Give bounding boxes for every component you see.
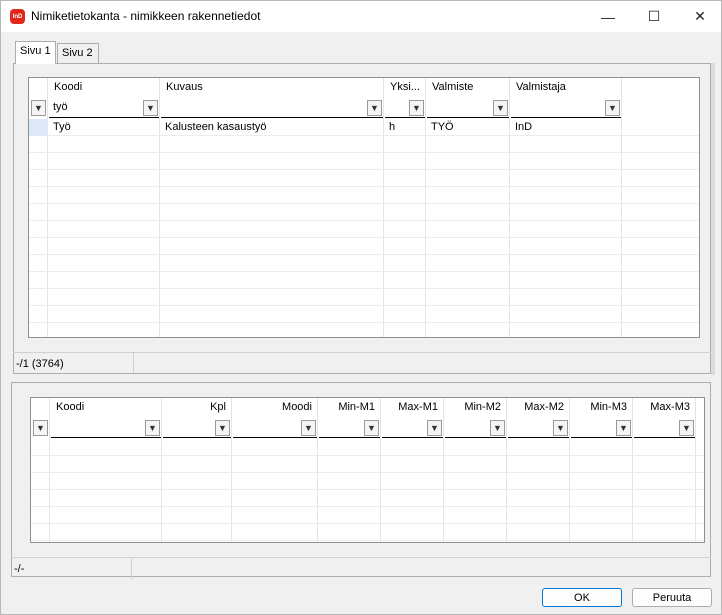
close-button[interactable]: ✕ <box>677 1 722 32</box>
column-header-valmistaja[interactable]: Valmistaja <box>511 78 621 98</box>
column-header-moodi[interactable]: Moodi <box>233 398 317 418</box>
filter-icon[interactable]: ▼ <box>143 100 158 116</box>
items-grid: Koodi Kuvaus Yksi... Valmiste Valmistaja… <box>28 77 700 338</box>
empty-row <box>29 289 699 306</box>
cell-valmiste[interactable]: TYÖ <box>427 119 454 136</box>
table-row[interactable]: Työ Kalusteen kasaustyö h TYÖ InD <box>29 119 699 136</box>
empty-row <box>29 306 699 323</box>
empty-row <box>29 153 699 170</box>
filter-icon[interactable]: ▼ <box>145 420 160 436</box>
status-bar-lower: -/- <box>11 557 711 580</box>
dialog-window: InD Nimiketietokanta - nimikkeen rakenne… <box>0 0 722 615</box>
vertical-splitter[interactable] <box>711 63 715 375</box>
filter-icon[interactable]: ▼ <box>679 420 694 436</box>
maximize-button[interactable]: ☐ <box>631 1 677 32</box>
filter-icon[interactable]: ▼ <box>301 420 316 436</box>
filter-icon[interactable]: ▼ <box>490 420 505 436</box>
filter-input-kuvaus[interactable] <box>161 99 383 118</box>
cancel-button[interactable]: Peruuta <box>632 588 712 607</box>
structure-count: -/- <box>14 563 25 575</box>
column-header-max-m2[interactable]: Max-M2 <box>508 398 569 418</box>
lower-panel: Koodi Kpl Moodi Min-M1 Max-M1 Min-M2 Max… <box>11 382 711 577</box>
record-count: -/1 (3764) <box>16 358 64 370</box>
empty-row <box>29 272 699 289</box>
minimize-button[interactable]: — <box>585 1 631 32</box>
tab-sivu-1[interactable]: Sivu 1 <box>15 41 56 64</box>
column-header-max-m3[interactable]: Max-M3 <box>634 398 695 418</box>
cell-valmistaja[interactable]: InD <box>511 119 532 136</box>
structure-grid: Koodi Kpl Moodi Min-M1 Max-M1 Min-M2 Max… <box>30 397 705 543</box>
empty-row <box>29 136 699 153</box>
filter-icon[interactable]: ▼ <box>364 420 379 436</box>
column-header-koodi[interactable]: Koodi <box>49 78 159 98</box>
row-filter-icon[interactable]: ▼ <box>33 420 48 436</box>
ok-button[interactable]: OK <box>542 588 622 607</box>
filter-icon[interactable]: ▼ <box>215 420 230 436</box>
filter-icon[interactable]: ▼ <box>553 420 568 436</box>
column-header-min-m1[interactable]: Min-M1 <box>319 398 380 418</box>
filter-icon[interactable]: ▼ <box>493 100 508 116</box>
empty-row <box>31 507 704 524</box>
cell-kuvaus[interactable]: Kalusteen kasaustyö <box>161 119 267 136</box>
empty-row <box>31 456 704 473</box>
cell-koodi[interactable]: Työ <box>49 119 71 136</box>
filter-icon[interactable]: ▼ <box>616 420 631 436</box>
filter-row: ▼ ▼ ▼ ▼ ▼ ▼ ▼ ▼ ▼ ▼ <box>31 419 704 438</box>
empty-row <box>31 490 704 507</box>
column-header-koodi[interactable]: Koodi <box>51 398 161 418</box>
empty-row <box>29 221 699 238</box>
empty-row <box>31 524 704 541</box>
empty-row <box>31 473 704 490</box>
app-logo-icon: InD <box>10 9 25 24</box>
filter-icon[interactable]: ▼ <box>367 100 382 116</box>
column-header-yksikko[interactable]: Yksi... <box>385 78 425 98</box>
empty-row <box>31 439 704 456</box>
column-header-min-m2[interactable]: Min-M2 <box>445 398 506 418</box>
row-filter-icon[interactable]: ▼ <box>31 100 46 116</box>
filter-icon[interactable]: ▼ <box>427 420 442 436</box>
title-bar: InD Nimiketietokanta - nimikkeen rakenne… <box>1 1 721 32</box>
filter-icon[interactable]: ▼ <box>605 100 620 116</box>
empty-row <box>29 170 699 187</box>
empty-row <box>29 238 699 255</box>
column-header-kpl[interactable]: Kpl <box>163 398 231 418</box>
column-header-min-m3[interactable]: Min-M3 <box>571 398 632 418</box>
filter-row: ▼ työ ▼ ▼ ▼ ▼ ▼ <box>29 99 699 118</box>
row-indicator <box>29 119 47 136</box>
column-header-max-m1[interactable]: Max-M1 <box>382 398 443 418</box>
column-header-kuvaus[interactable]: Kuvaus <box>161 78 383 98</box>
filter-icon[interactable]: ▼ <box>409 100 424 116</box>
tab-sivu-2[interactable]: Sivu 2 <box>57 43 99 63</box>
status-bar-upper: -/1 (3764) <box>13 352 711 375</box>
cell-yksikko[interactable]: h <box>385 119 395 136</box>
empty-row <box>29 255 699 272</box>
empty-row <box>29 187 699 204</box>
upper-panel: Koodi Kuvaus Yksi... Valmiste Valmistaja… <box>13 63 711 374</box>
empty-row <box>29 323 699 337</box>
window-title: Nimiketietokanta - nimikkeen rakennetied… <box>31 9 261 23</box>
empty-row <box>29 204 699 221</box>
column-header-valmiste[interactable]: Valmiste <box>427 78 509 98</box>
